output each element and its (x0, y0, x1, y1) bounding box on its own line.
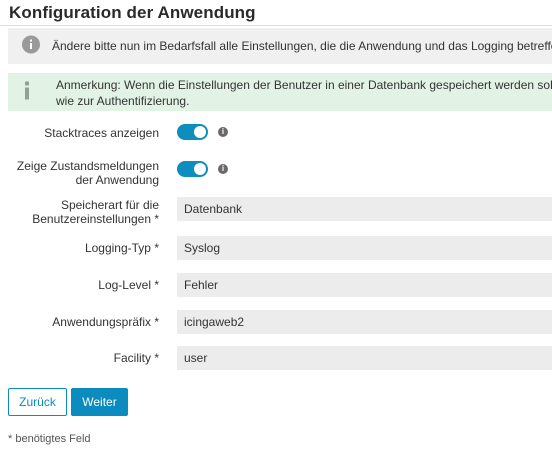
app-prefix-label: Anwendungspräfix * (52, 315, 159, 329)
note-box-line-2: wie zur Authentifizierung. (56, 94, 190, 108)
page-title: Konfiguration der Anwendung (9, 3, 256, 22)
stacktraces-help-icon[interactable]: i (218, 127, 228, 137)
storage-type-label-line-2: Benutzereinstellungen * (32, 212, 159, 226)
status-messages-label: Zeige Zustandsmeldungen der Anwendung (17, 159, 159, 187)
app-prefix-input[interactable]: icingaweb2 (177, 310, 552, 334)
log-level-select[interactable]: Fehler (177, 273, 552, 297)
facility-select[interactable]: user (177, 346, 552, 370)
storage-type-label-line-1: Speicherart für die (60, 198, 159, 212)
info-box-text: Ändere bitte nun im Bedarfsfall alle Ein… (52, 39, 552, 53)
logging-type-label: Logging-Typ * (84, 241, 159, 255)
info-box: Ändere bitte nun im Bedarfsfall alle Ein… (8, 28, 552, 64)
stacktraces-label: Stacktraces anzeigen (44, 126, 159, 140)
facility-label: Facility * (113, 351, 159, 365)
storage-type-select[interactable]: Datenbank (177, 197, 552, 221)
log-level-label: Log-Level * (98, 278, 159, 292)
status-messages-label-line-2: der Anwendung (75, 173, 159, 187)
required-field-note: * benötigtes Feld (8, 433, 91, 445)
back-button[interactable]: Zurück (8, 388, 67, 416)
note-box-text: Anmerkung: Wenn die Einstellungen der Be… (56, 77, 552, 109)
storage-type-label: Speicherart für die Benutzereinstellunge… (32, 198, 159, 226)
note-box-line-1: Anmerkung: Wenn die Einstellungen der Be… (56, 78, 552, 92)
info-circle-icon (22, 35, 40, 57)
toggle-knob (194, 163, 206, 175)
note-box: Anmerkung: Wenn die Einstellungen der Be… (8, 73, 552, 111)
title-divider (0, 25, 552, 26)
status-messages-label-line-1: Zeige Zustandsmeldungen (16, 159, 159, 173)
status-messages-help-icon[interactable]: i (218, 164, 228, 174)
logging-type-select[interactable]: Syslog (177, 236, 552, 260)
toggle-knob (194, 126, 206, 138)
info-i-icon (22, 81, 32, 103)
status-messages-toggle[interactable] (177, 161, 208, 177)
next-button[interactable]: Weiter (71, 388, 128, 416)
stacktraces-toggle[interactable] (177, 124, 208, 140)
